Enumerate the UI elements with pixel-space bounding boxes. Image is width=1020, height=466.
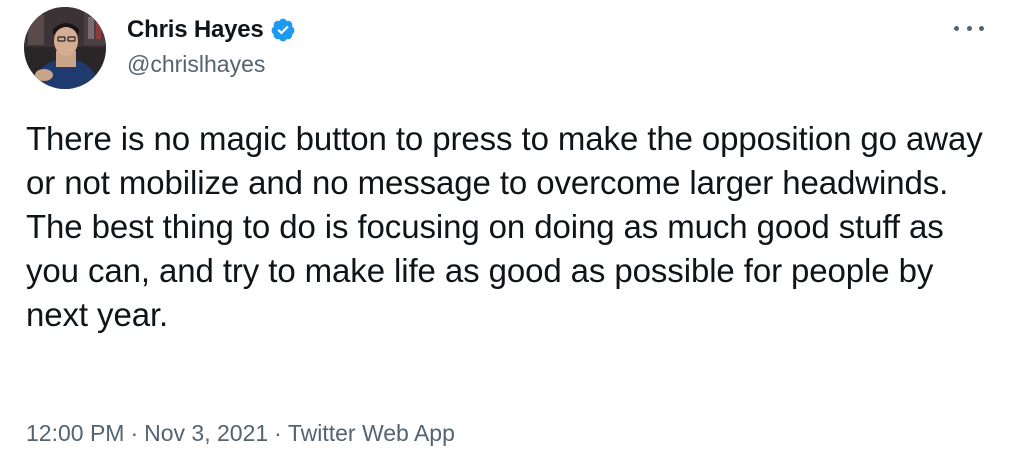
tweet-date[interactable]: Nov 3, 2021 <box>144 420 268 446</box>
meta-separator: · <box>130 420 139 446</box>
meta-separator: · <box>274 420 282 446</box>
author-name-row: Chris Hayes <box>127 14 296 46</box>
more-dot <box>966 25 972 31</box>
tweet-text: There is no magic button to press to mak… <box>26 120 983 333</box>
tweet-metadata: 12:00 PM · Nov 3, 2021 · Twitter Web App <box>26 420 455 447</box>
avatar-image <box>24 7 106 89</box>
tweet-time[interactable]: 12:00 PM <box>26 420 124 446</box>
tweet-source[interactable]: Twitter Web App <box>288 420 455 446</box>
more-dot <box>979 25 984 31</box>
verified-badge-icon <box>270 17 296 43</box>
author-handle[interactable]: @chrislhayes <box>127 51 265 78</box>
author-display-name[interactable]: Chris Hayes <box>127 16 264 44</box>
tweet-card: Chris Hayes @chrislhayes There is no mag… <box>0 0 1020 466</box>
more-options-icon[interactable] <box>954 18 984 38</box>
author-avatar[interactable] <box>24 7 106 89</box>
more-dot <box>954 25 959 31</box>
